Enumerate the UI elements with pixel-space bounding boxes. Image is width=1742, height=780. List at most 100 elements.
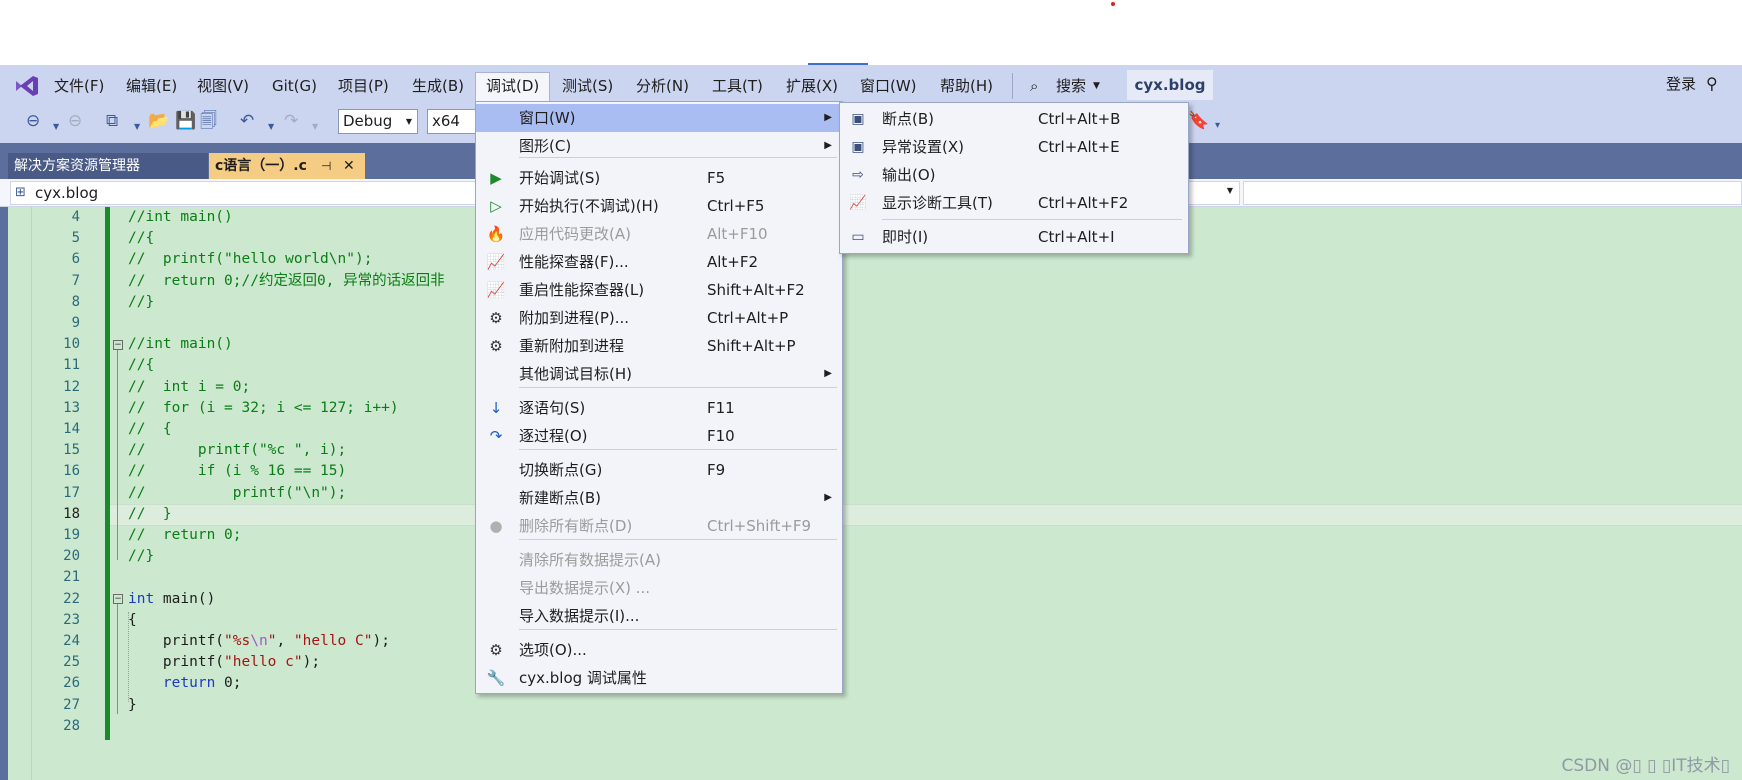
back-icon[interactable]: ⊖ xyxy=(26,110,40,132)
chevron-down-icon[interactable]: ▼ xyxy=(312,116,318,138)
code-line[interactable]: // printf("hello world\n"); xyxy=(128,249,372,270)
bookmark-icon[interactable]: 🔖 xyxy=(1188,110,1209,132)
code-line[interactable]: printf("hello c"); xyxy=(128,652,320,673)
menu-item-label: 窗口(W) xyxy=(519,109,576,127)
menu-build[interactable]: 生成(B) xyxy=(412,75,464,97)
code-line[interactable]: return 0; xyxy=(128,673,242,694)
code-line[interactable]: // return 0; xyxy=(128,525,242,546)
menu-edit[interactable]: 编辑(E) xyxy=(126,75,177,97)
code-line[interactable]: // { xyxy=(128,419,172,440)
search-icon[interactable]: ⌕ xyxy=(1030,75,1038,97)
window-submenu-item[interactable]: ▣ 断点(B) Ctrl+Alt+B xyxy=(840,105,1188,133)
search-menu[interactable]: 搜索 xyxy=(1056,75,1086,97)
configuration-select[interactable]: Debug ▼ xyxy=(338,109,418,134)
menu-tools[interactable]: 工具(T) xyxy=(712,75,763,97)
debug-menu-item[interactable]: 切换断点(G) F9 xyxy=(476,456,842,484)
code-line[interactable]: // printf("\n"); xyxy=(128,483,346,504)
debug-menu-item[interactable]: 📈 性能探查器(F)... Alt+F2 xyxy=(476,248,842,276)
menu-window[interactable]: 窗口(W) xyxy=(860,75,917,97)
menu-git[interactable]: Git(G) xyxy=(272,75,317,97)
menu-project[interactable]: 项目(P) xyxy=(338,75,389,97)
menu-test[interactable]: 测试(S) xyxy=(562,75,613,97)
debug-menu-item[interactable]: 新建断点(B) ▶ xyxy=(476,484,842,512)
forward-icon[interactable]: ⊖ xyxy=(68,110,82,132)
new-item-icon[interactable]: ⧉ xyxy=(106,110,118,132)
menu-separator xyxy=(519,449,837,450)
account-icon[interactable]: ⚲ xyxy=(1706,73,1718,95)
menu-item-label: 逐过程(O) xyxy=(519,427,588,445)
window-submenu-item[interactable]: ▭ 即时(I) Ctrl+Alt+I xyxy=(840,223,1188,251)
debug-menu-item[interactable]: ⚙ 选项(O)... xyxy=(476,636,842,664)
menu-file[interactable]: 文件(F) xyxy=(54,75,104,97)
tab-active-file[interactable]: c语言（一）.c ⊣ ✕ xyxy=(209,153,365,179)
code-token: return xyxy=(162,675,216,692)
code-token: //} xyxy=(128,293,155,310)
code-line[interactable]: // int i = 0; xyxy=(128,377,250,398)
debug-menu-item[interactable]: ↓ 逐语句(S) F11 xyxy=(476,394,842,422)
change-tracking-bar xyxy=(105,207,110,740)
code-line[interactable]: } xyxy=(128,695,137,716)
project-dropdown[interactable]: ⊞ cyx.blog xyxy=(10,181,494,205)
debug-menu-item[interactable]: ⚙ 重新附加到进程 Shift+Alt+P xyxy=(476,332,842,360)
menu-analyze[interactable]: 分析(N) xyxy=(636,75,689,97)
debug-menu-item[interactable]: 其他调试目标(H) ▶ xyxy=(476,360,842,388)
debug-menu-item[interactable]: 窗口(W) ▶ xyxy=(476,104,842,132)
undo-icon[interactable]: ↶ xyxy=(240,110,254,132)
code-line[interactable]: // return 0;//约定返回0, 异常的话返回非 xyxy=(128,271,445,292)
tab-file-label: c语言（一）.c xyxy=(215,158,307,174)
chevron-down-icon[interactable]: ▼ xyxy=(268,116,274,138)
code-line[interactable]: //} xyxy=(128,292,154,313)
debug-menu-item[interactable]: 📈 重启性能探查器(L) Shift+Alt+F2 xyxy=(476,276,842,304)
collapse-icon[interactable]: − xyxy=(113,340,123,350)
menu-item-icon: 🔧 xyxy=(486,669,506,687)
debug-menu-item[interactable]: ▶ 开始调试(S) F5 xyxy=(476,164,842,192)
code-line[interactable]: { xyxy=(128,610,137,631)
tab-solution-explorer[interactable]: 解决方案资源管理器 xyxy=(8,153,208,179)
window-submenu-item[interactable]: 📈 显示诊断工具(T) Ctrl+Alt+F2 xyxy=(840,189,1188,217)
menu-help[interactable]: 帮助(H) xyxy=(940,75,993,97)
code-line[interactable]: //int main() xyxy=(128,334,233,355)
window-submenu-item[interactable]: ⇨ 输出(O) xyxy=(840,161,1188,189)
code-line[interactable]: // } xyxy=(128,504,172,525)
collapse-icon[interactable]: − xyxy=(113,594,123,604)
close-icon[interactable]: ✕ xyxy=(343,153,355,179)
code-line[interactable]: // printf("%c ", i); xyxy=(128,440,346,461)
login-link[interactable]: 登录 xyxy=(1666,73,1696,95)
menu-item-label: 重启性能探查器(L) xyxy=(519,281,645,299)
code-line[interactable]: //{ xyxy=(128,355,154,376)
code-line[interactable]: printf("%s\n", "hello C"); xyxy=(128,631,390,652)
debug-menu-item[interactable]: 🔧 cyx.blog 调试属性 xyxy=(476,664,842,692)
menu-item-label: 导出数据提示(X) ... xyxy=(519,579,651,597)
debug-menu-item[interactable]: 图形(C) ▶ xyxy=(476,132,842,160)
debug-menu-item: 清除所有数据提示(A) xyxy=(476,546,842,574)
menu-view[interactable]: 视图(V) xyxy=(197,75,249,97)
debug-menu-item[interactable]: ⚙ 附加到进程(P)... Ctrl+Alt+P xyxy=(476,304,842,332)
chevron-down-icon[interactable]: ▼ xyxy=(53,116,59,138)
pin-icon[interactable]: ⊣ xyxy=(321,153,331,179)
chevron-down-icon[interactable]: ▼ xyxy=(1093,75,1100,97)
chevron-right-icon: ▶ xyxy=(824,140,832,151)
code-line[interactable]: int main() xyxy=(128,589,215,610)
menu-debug[interactable]: 调试(D) xyxy=(475,72,551,102)
chevron-down-icon[interactable]: ▼ xyxy=(134,116,140,138)
code-line[interactable]: // for (i = 32; i <= 127; i++) xyxy=(128,398,399,419)
debug-menu-item[interactable]: 导入数据提示(I)... xyxy=(476,602,842,630)
save-icon[interactable]: 💾 xyxy=(175,110,196,132)
code-line[interactable]: //int main() xyxy=(128,207,233,228)
overflow-icon[interactable]: ▾ xyxy=(1215,115,1220,137)
code-line[interactable]: //{ xyxy=(128,228,154,249)
save-all-icon[interactable]: 🗐 xyxy=(200,110,217,132)
code-token: } xyxy=(128,696,137,713)
platform-select[interactable]: x64 xyxy=(427,109,477,134)
window-submenu-item[interactable]: ▣ 异常设置(X) Ctrl+Alt+E xyxy=(840,133,1188,161)
scope-dropdown[interactable] xyxy=(1243,181,1742,205)
menu-extensions[interactable]: 扩展(X) xyxy=(786,75,838,97)
line-number: 15 xyxy=(63,442,80,459)
code-line[interactable]: // if (i % 16 == 15) xyxy=(128,461,346,482)
code-token: ); xyxy=(302,654,321,671)
debug-menu-item[interactable]: ↷ 逐过程(O) F10 xyxy=(476,422,842,450)
debug-menu-item[interactable]: ▷ 开始执行(不调试)(H) Ctrl+F5 xyxy=(476,192,842,220)
open-folder-icon[interactable]: 📂 xyxy=(148,110,169,132)
code-line[interactable]: //} xyxy=(128,546,154,567)
redo-icon[interactable]: ↷ xyxy=(284,110,298,132)
